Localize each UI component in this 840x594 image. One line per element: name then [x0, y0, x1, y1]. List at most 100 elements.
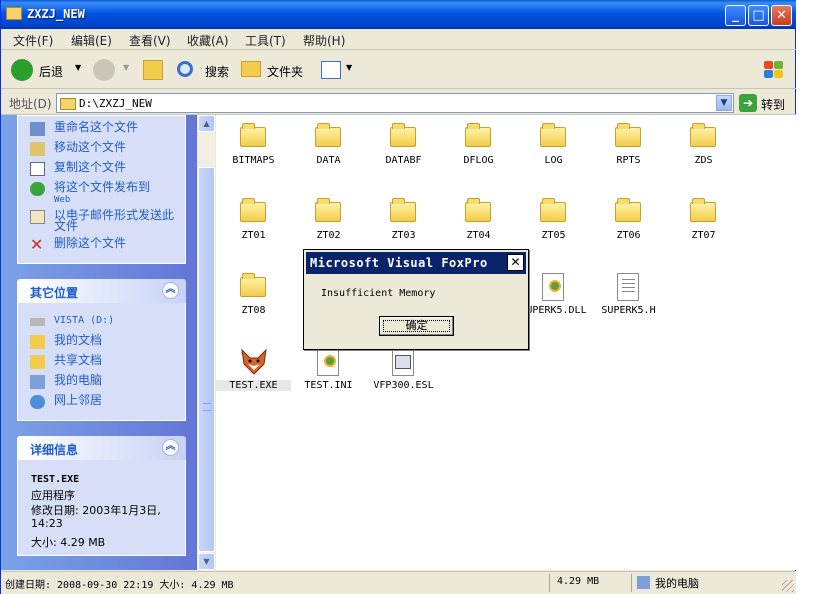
background-desktop: [797, 205, 840, 285]
folder-icon: [540, 198, 568, 222]
title-bar[interactable]: ZXZJ_NEW _ □ ✕: [1, 0, 796, 29]
folder-icon: [615, 123, 643, 147]
views-button[interactable]: ▼: [319, 59, 355, 83]
address-input[interactable]: D:\ZXZJ_NEW ▼: [56, 93, 734, 113]
folder-icon: [240, 123, 268, 147]
file-label: DATABF: [385, 155, 422, 166]
folder-icon: [465, 198, 493, 222]
file-label: ZT08: [241, 305, 266, 316]
menu-tools[interactable]: 工具(T): [245, 32, 286, 49]
copy-icon: [30, 162, 45, 176]
go-button[interactable]: ➔ 转到: [739, 94, 795, 112]
details-panel: 详细信息 ︽ TEST.EXE 应用程序 修改日期: 2003年1月3日, 14…: [17, 436, 186, 556]
file-label: DATA: [316, 155, 341, 166]
task-publish-label: 将这个文件发布到 Web: [54, 181, 179, 206]
folder-item[interactable]: ZT08: [216, 265, 291, 335]
status-bar: 创建日期: 2008-09-30 22:19 大小: 4.29 MB 4.29 …: [1, 571, 796, 594]
place-network-label: 网上邻居: [54, 393, 103, 407]
folder-item[interactable]: ZDS: [666, 115, 741, 185]
forward-button[interactable]: ▼: [93, 59, 133, 83]
scroll-up-button[interactable]: ▲: [198, 115, 215, 132]
details-modified: 修改日期: 2003年1月3日, 14:23: [31, 504, 161, 530]
vertical-scrollbar[interactable]: ▲ ▼: [198, 115, 215, 570]
folder-icon: [615, 198, 643, 222]
minimize-button[interactable]: _: [725, 5, 746, 26]
go-label: 转到: [761, 98, 786, 112]
back-dropdown-icon[interactable]: ▼: [75, 63, 81, 72]
folder-item[interactable]: DATABF: [366, 115, 441, 185]
search-icon: [177, 61, 193, 77]
details-file-name: TEST.EXE: [31, 474, 80, 485]
dialog-close-button[interactable]: ✕: [507, 254, 524, 271]
menu-help[interactable]: 帮助(H): [303, 32, 345, 49]
details-size: 大小: 4.29 MB: [31, 536, 106, 549]
file-label: BITMAPS: [232, 155, 275, 166]
place-shared-docs-label: 共享文档: [54, 353, 103, 367]
resize-grip[interactable]: [782, 580, 794, 592]
address-label: 地址(D): [9, 97, 52, 111]
folder-icon: [690, 123, 718, 147]
place-my-computer-label: 我的电脑: [54, 373, 103, 387]
address-dropdown-icon[interactable]: ▼: [716, 95, 732, 111]
forward-dropdown-icon[interactable]: ▼: [123, 63, 129, 72]
folder-icon: [390, 198, 418, 222]
collapse-chevron-icon[interactable]: ︽: [162, 282, 179, 299]
file-item[interactable]: TEST.EXE: [216, 340, 291, 410]
views-dropdown-icon[interactable]: ▼: [346, 63, 352, 72]
folder-item[interactable]: LOG: [516, 115, 591, 185]
folder-icon: [240, 198, 268, 222]
task-rename-label: 重命名这个文件: [54, 120, 139, 134]
menu-edit[interactable]: 编辑(E): [71, 32, 112, 49]
menu-file[interactable]: 文件(F): [13, 32, 53, 49]
task-copy-label: 复制这个文件: [54, 160, 127, 174]
folder-icon: [540, 123, 568, 147]
status-info: 创建日期: 2008-09-30 22:19 大小: 4.29 MB: [5, 580, 234, 591]
folder-item[interactable]: ZT06: [591, 190, 666, 260]
collapse-chevron-icon[interactable]: ︽: [162, 439, 179, 456]
folder-icon: [390, 123, 418, 147]
file-item[interactable]: VFP300.ESL: [366, 340, 441, 410]
folder-item[interactable]: ZT01: [216, 190, 291, 260]
folder-item[interactable]: BITMAPS: [216, 115, 291, 185]
menu-view[interactable]: 查看(V): [129, 32, 171, 49]
scroll-down-button[interactable]: ▼: [198, 553, 215, 570]
foxpro-app-icon: [240, 348, 268, 375]
folders-button[interactable]: 文件夹: [241, 59, 307, 83]
foxpro-error-dialog: Microsoft Visual FoxPro ✕ Insufficient M…: [303, 249, 529, 350]
close-button[interactable]: ✕: [771, 5, 792, 26]
publish-icon: [30, 182, 45, 196]
dialog-title: Microsoft Visual FoxPro: [310, 256, 488, 270]
folder-icon: [690, 198, 718, 222]
scroll-thumb[interactable]: [198, 167, 215, 552]
details-title: 详细信息: [30, 443, 79, 457]
back-arrow-icon: [11, 59, 33, 81]
file-label: ZT03: [391, 230, 416, 241]
menu-favorites[interactable]: 收藏(A): [187, 32, 229, 49]
status-size: 4.29 MB: [557, 576, 600, 587]
up-folder-button[interactable]: [143, 59, 167, 83]
folder-icon: [240, 273, 268, 297]
file-label: ZT02: [316, 230, 341, 241]
folder-item[interactable]: ZT07: [666, 190, 741, 260]
folder-item[interactable]: DATA: [291, 115, 366, 185]
my-computer-icon: [637, 576, 650, 589]
dialog-message: Insufficient Memory: [321, 288, 436, 299]
search-button[interactable]: 搜索: [177, 59, 233, 83]
move-icon: [30, 142, 45, 156]
other-places-header[interactable]: 其它位置 ︽: [17, 279, 186, 303]
address-path[interactable]: D:\ZXZJ_NEW: [79, 97, 152, 110]
folder-item[interactable]: RPTS: [591, 115, 666, 185]
file-label: ZT07: [691, 230, 716, 241]
details-header[interactable]: 详细信息 ︽: [17, 436, 186, 460]
back-button[interactable]: 后退 ▼: [11, 59, 83, 83]
dialog-ok-button[interactable]: 确定: [379, 316, 454, 336]
email-icon: [30, 210, 45, 224]
maximize-button[interactable]: □: [748, 5, 769, 26]
file-label: TEST.INI: [304, 380, 353, 391]
folder-item[interactable]: DFLOG: [441, 115, 516, 185]
dialog-title-bar[interactable]: Microsoft Visual FoxPro ✕: [306, 252, 526, 274]
drive-icon: [30, 318, 45, 326]
file-item[interactable]: TEST.INI: [291, 340, 366, 410]
file-item[interactable]: SUPERK5.H: [591, 265, 666, 335]
binary-file-icon: [390, 348, 418, 376]
